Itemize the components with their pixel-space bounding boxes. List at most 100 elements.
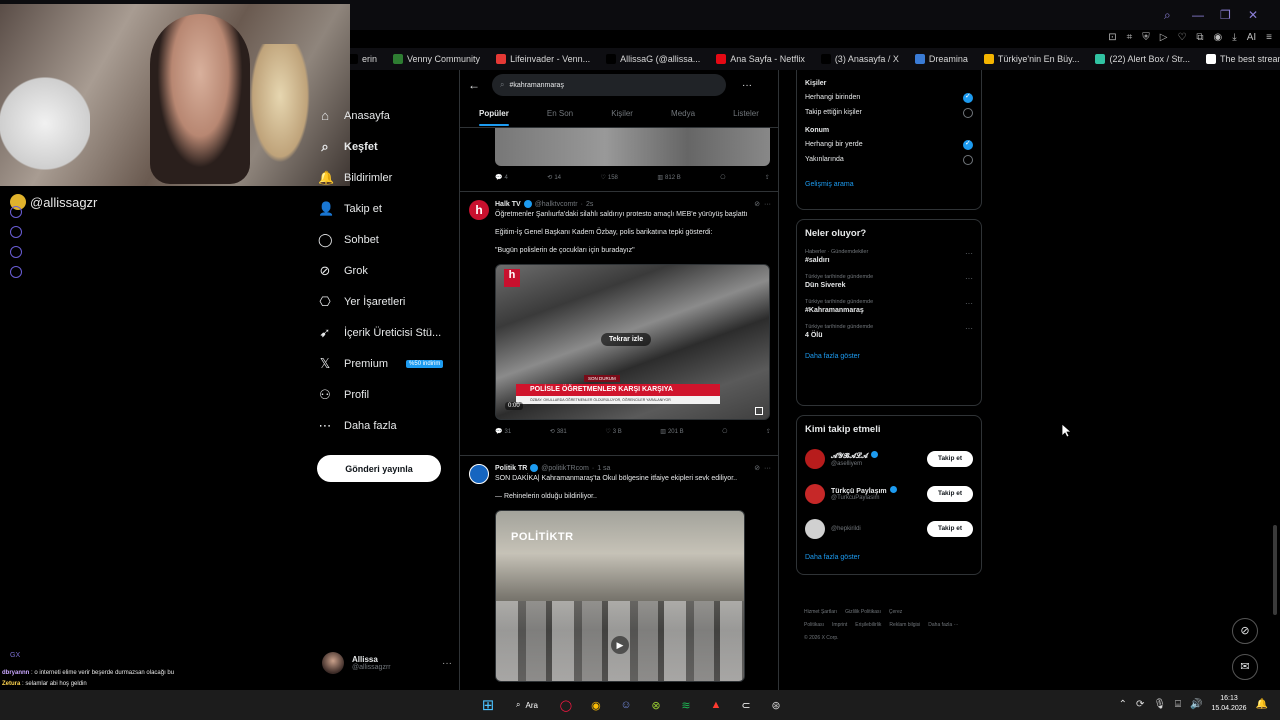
- nav-item[interactable]: ⌕ Keşfet: [318, 131, 458, 162]
- more-icon[interactable]: ···: [442, 658, 452, 669]
- trend-item[interactable]: Türkiye tarihinde gündemde #Kahramanmaraş…: [805, 299, 973, 314]
- tweet-author[interactable]: Politik TR: [495, 465, 527, 472]
- filter-option[interactable]: Herhangi bir yerde: [805, 137, 973, 152]
- views-button[interactable]: ▥ 812 B: [657, 174, 680, 182]
- discord-icon[interactable]: ☺: [616, 695, 636, 715]
- scrollbar-thumb[interactable]: [1273, 525, 1277, 615]
- bookmark-item[interactable]: (22) Alert Box / Str...: [1095, 54, 1190, 64]
- retweet-button[interactable]: ⟲ 14: [547, 174, 561, 182]
- search-tab[interactable]: Popüler: [479, 109, 509, 126]
- screenshot-icon[interactable]: ⌗: [1127, 32, 1133, 43]
- like-button[interactable]: ♡ 3 B: [605, 428, 621, 436]
- bookmark-item[interactable]: Türkiye'nin En Büy...: [983, 54, 1079, 64]
- notification-icon[interactable]: 🔔: [1256, 699, 1268, 710]
- search-icon[interactable]: ⌕: [1164, 8, 1178, 22]
- footer-link[interactable]: Hizmet Şartları: [804, 609, 837, 615]
- speed-dial-icon[interactable]: [10, 206, 22, 218]
- search-tab[interactable]: En Son: [547, 109, 573, 118]
- account-switcher[interactable]: Allissa @allissagzrr ···: [322, 652, 452, 674]
- volume-icon[interactable]: 🔊: [1190, 699, 1202, 710]
- avatar[interactable]: [805, 483, 825, 504]
- shield-icon[interactable]: ⛨: [1142, 32, 1150, 43]
- radio-icon[interactable]: [963, 92, 973, 103]
- tweet-handle[interactable]: @halktvcomtr: [535, 201, 578, 208]
- tweet-video[interactable]: POLİTİKTR ▶: [495, 510, 745, 682]
- spotify-icon[interactable]: ≋: [676, 695, 696, 715]
- back-arrow-icon[interactable]: ←: [468, 78, 482, 92]
- windows-start-icon[interactable]: ⊞: [478, 695, 498, 715]
- scrollbar[interactable]: [1271, 70, 1277, 690]
- bookmark-item[interactable]: erin: [348, 54, 377, 64]
- tweet-video[interactable]: h Tekrar izle SON DURUM POLİSLE ÖĞRETMEN…: [495, 264, 770, 420]
- obs-icon[interactable]: ⊛: [766, 695, 786, 715]
- capcut-icon[interactable]: ⊂: [736, 695, 756, 715]
- puzzle-icon[interactable]: ⧉: [1196, 32, 1203, 43]
- grok-fab-icon[interactable]: ⊘: [1232, 618, 1258, 644]
- radio-icon[interactable]: [963, 154, 973, 165]
- follow-button[interactable]: Takip et: [927, 520, 973, 537]
- suggested-account[interactable]: @hepkirildi Takip et: [805, 511, 973, 546]
- bookmark-item[interactable]: Lifeinvader - Venn...: [496, 54, 590, 64]
- avatar[interactable]: [805, 448, 825, 469]
- more-icon[interactable]: ···: [965, 299, 973, 314]
- footer-link[interactable]: Erişilebilirlik: [855, 622, 881, 628]
- mic-icon[interactable]: 🎙: [1153, 699, 1166, 710]
- trend-item[interactable]: Haberler · Gündemdekiler #saldırı ···: [805, 249, 973, 264]
- chrome-icon[interactable]: ◉: [586, 695, 606, 715]
- radio-icon[interactable]: [963, 107, 973, 118]
- bookmark-icon[interactable]: ⎔: [722, 428, 727, 435]
- profile-avatar-icon[interactable]: ◉: [1214, 32, 1223, 43]
- nav-item[interactable]: ⌂ Anasayfa: [318, 100, 458, 131]
- minimize-icon[interactable]: —: [1192, 8, 1206, 22]
- share-icon[interactable]: ⇪: [766, 428, 771, 435]
- grok-icon[interactable]: ⊘ ···: [754, 200, 771, 208]
- messages-fab-icon[interactable]: ✉: [1232, 654, 1258, 680]
- filter-option[interactable]: Takip ettiğin kişiler: [805, 105, 973, 120]
- extension-icon[interactable]: ⊡: [1108, 32, 1116, 43]
- bookmark-item[interactable]: Dreamina: [914, 54, 968, 64]
- xbox-icon[interactable]: ⊗: [646, 695, 666, 715]
- avatar[interactable]: h: [469, 200, 489, 220]
- retweet-button[interactable]: ⟲ 381: [550, 428, 567, 436]
- tweet[interactable]: 💬 4 ⟲ 14 ♡ 158 ▥ 812 B ⎔ ⇪: [460, 128, 778, 192]
- advanced-search-link[interactable]: Gelişmiş arama: [805, 181, 973, 188]
- footer-link[interactable]: Daha fazla ···: [928, 622, 958, 628]
- close-icon[interactable]: ✕: [1248, 8, 1262, 22]
- more-icon[interactable]: ···: [965, 249, 973, 264]
- avatar[interactable]: [469, 464, 489, 484]
- settings-icon[interactable]: [10, 266, 22, 278]
- views-button[interactable]: ▥ 201 B: [660, 428, 683, 436]
- more-icon[interactable]: ···: [742, 80, 752, 91]
- filter-option[interactable]: Yakınlarında: [805, 152, 973, 167]
- footer-link[interactable]: Imprint: [832, 622, 847, 628]
- nav-item[interactable]: ⚇ Profil: [318, 379, 458, 410]
- avatar[interactable]: [805, 518, 825, 539]
- nav-item[interactable]: ⋯ Daha fazla: [318, 410, 458, 441]
- suggested-account[interactable]: 𝓐𝓨𝓑𝓐𝓛𝓐 @aselliyem Takip et: [805, 441, 973, 476]
- footer-link[interactable]: Reklam bilgisi: [889, 622, 920, 628]
- nav-item[interactable]: 𝕏 Premium %50 indirim: [318, 348, 458, 379]
- radio-icon[interactable]: [963, 139, 973, 150]
- footer-link[interactable]: Gizlilik Politikası: [845, 609, 881, 615]
- heart-icon[interactable]: ♡: [1177, 32, 1186, 43]
- bookmark-item[interactable]: (3) Anasayfa / X: [820, 54, 899, 64]
- taskbar-search[interactable]: ⌕ Ara: [508, 694, 546, 716]
- reply-button[interactable]: 💬 4: [495, 174, 508, 182]
- nav-item[interactable]: ◯ Sohbet: [318, 224, 458, 255]
- follow-button[interactable]: Takip et: [927, 450, 973, 467]
- who-show-more[interactable]: Daha fazla göster: [805, 554, 973, 561]
- tweet-author[interactable]: Halk TV: [495, 201, 521, 208]
- search-tab[interactable]: Kişiler: [611, 109, 633, 118]
- suggested-account[interactable]: Türkçü Paylaşım @TurkcuPaylasim Takip et: [805, 476, 973, 511]
- ai-button[interactable]: AI: [1247, 32, 1256, 43]
- restore-icon[interactable]: ❐: [1220, 8, 1234, 22]
- nav-item[interactable]: 🔔 Bildirimler: [318, 162, 458, 193]
- nav-item[interactable]: ➹ İçerik Üreticisi Stü...: [318, 317, 458, 348]
- search-input[interactable]: ⌕ #kahramanmaraş: [492, 74, 726, 96]
- reply-button[interactable]: 💬 31: [495, 428, 511, 436]
- opera-gx-icon[interactable]: ◯: [556, 695, 576, 715]
- search-timeline[interactable]: ← ⌕ #kahramanmaraş ··· Popüler En Son Kişi…: [459, 70, 779, 690]
- replay-button[interactable]: Tekrar izle: [601, 333, 652, 346]
- expand-icon[interactable]: [755, 407, 763, 415]
- network-icon[interactable]: ⌸: [1175, 699, 1181, 710]
